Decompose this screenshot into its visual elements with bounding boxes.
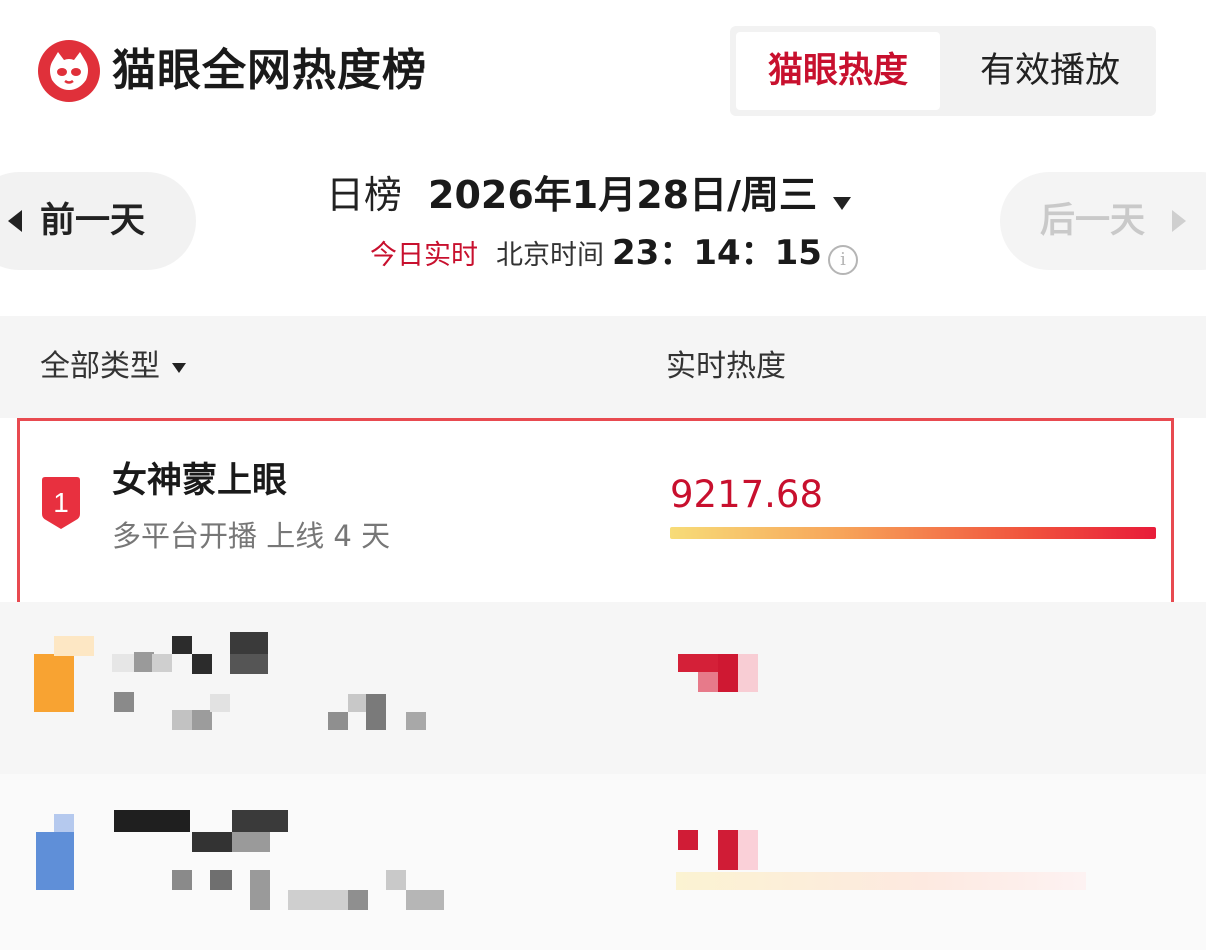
pixel-block bbox=[366, 694, 386, 730]
pixel-block bbox=[230, 654, 268, 674]
pixel-block bbox=[698, 672, 718, 692]
pixel-block bbox=[152, 654, 172, 672]
realtime-clock: 今日实时 北京时间 23：14：15 i bbox=[370, 230, 858, 276]
pixel-block bbox=[328, 712, 348, 730]
previous-day-label: 前一天 bbox=[40, 201, 146, 241]
pixel-block bbox=[386, 870, 406, 890]
metric-tabs: 猫眼热度 有效播放 bbox=[730, 26, 1156, 116]
pixel-block bbox=[172, 870, 192, 890]
pixel-block bbox=[348, 890, 368, 910]
info-icon[interactable]: i bbox=[827, 244, 858, 275]
pixel-block bbox=[250, 870, 270, 910]
next-day-button[interactable]: 后一天 bbox=[1000, 172, 1206, 270]
highlight-frame bbox=[17, 418, 1174, 609]
tab-maoyan-heat[interactable]: 猫眼热度 bbox=[736, 32, 940, 110]
pixel-block bbox=[348, 694, 368, 712]
heat-bar bbox=[676, 872, 1086, 890]
pixel-block bbox=[678, 654, 718, 672]
pixel-block bbox=[678, 830, 698, 850]
board-type-label: 日榜 bbox=[326, 173, 403, 217]
pixel-block bbox=[54, 636, 94, 656]
pixel-block bbox=[114, 810, 190, 832]
pixel-block bbox=[134, 652, 154, 672]
date-text: 2026年1月28日/周三 bbox=[428, 173, 817, 217]
previous-day-button[interactable]: 前一天 bbox=[0, 172, 196, 270]
tab-effective-plays[interactable]: 有效播放 bbox=[950, 32, 1150, 110]
next-day-label: 后一天 bbox=[1040, 201, 1146, 241]
clock-time: 23：14：15 bbox=[612, 233, 822, 273]
pixel-block bbox=[718, 830, 738, 870]
type-filter-label: 全部类型 bbox=[40, 349, 160, 384]
heat-column-header: 实时热度 bbox=[666, 349, 786, 384]
rank-badge-icon bbox=[34, 654, 74, 712]
app-title: 猫眼全网热度榜 bbox=[112, 45, 427, 96]
type-filter-dropdown[interactable]: 全部类型 bbox=[40, 316, 186, 418]
realtime-label: 今日实时 bbox=[370, 240, 478, 271]
pixel-block bbox=[738, 654, 758, 692]
pixel-block bbox=[288, 890, 348, 910]
date-selector[interactable]: 日榜 2026年1月28日/周三 bbox=[326, 166, 851, 224]
caret-left-icon bbox=[8, 210, 22, 232]
pixel-block bbox=[738, 830, 758, 870]
timezone-label: 北京时间 bbox=[496, 240, 604, 271]
pixel-block bbox=[192, 832, 232, 852]
pixel-block bbox=[172, 636, 192, 654]
pixel-block bbox=[718, 654, 738, 692]
pixel-block bbox=[232, 832, 270, 852]
pixel-block bbox=[114, 692, 134, 712]
caret-right-icon bbox=[1172, 210, 1186, 232]
pixel-block bbox=[192, 710, 212, 730]
pixel-block bbox=[230, 632, 268, 654]
pixel-block bbox=[406, 712, 426, 730]
pixel-block bbox=[112, 654, 134, 672]
caret-down-icon bbox=[172, 362, 186, 373]
cat-face-logo-icon bbox=[38, 40, 100, 102]
rank-badge-icon bbox=[36, 832, 74, 890]
table-row[interactable] bbox=[0, 602, 1206, 774]
pixel-block bbox=[210, 870, 232, 890]
table-row[interactable] bbox=[0, 774, 1206, 950]
pixel-block bbox=[232, 810, 288, 832]
caret-down-icon bbox=[832, 197, 851, 210]
pixel-block bbox=[406, 890, 444, 910]
pixel-block bbox=[54, 814, 74, 832]
pixel-block bbox=[192, 654, 212, 674]
list-header: 全部类型 实时热度 bbox=[0, 316, 1206, 418]
pixel-block bbox=[210, 694, 230, 712]
pixel-block bbox=[172, 710, 192, 730]
